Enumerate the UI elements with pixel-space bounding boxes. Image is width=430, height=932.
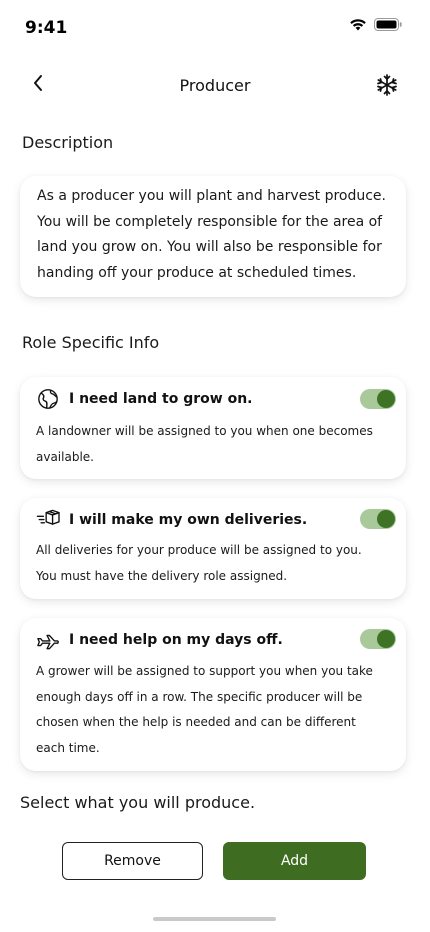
- wifi-icon: [349, 18, 367, 31]
- description-text: As a producer you will plant and harvest…: [37, 188, 386, 281]
- days-off-toggle[interactable]: [360, 629, 396, 649]
- nav-bar: Producer: [0, 66, 430, 108]
- remove-button[interactable]: Remove: [62, 842, 203, 880]
- status-icons: [349, 18, 402, 31]
- role-description: A landowner will be assigned to you when…: [36, 424, 373, 464]
- role-title: I need help on my days off.: [69, 632, 283, 648]
- role-title: I need land to grow on.: [69, 391, 253, 407]
- toggle-knob: [377, 390, 395, 408]
- role-description: A grower will be assigned to support you…: [36, 664, 373, 755]
- produce-heading: Select what you will produce.: [20, 793, 256, 812]
- home-indicator: [153, 917, 276, 921]
- toggle-knob: [377, 510, 395, 528]
- role-description: All deliveries for your produce will be …: [36, 543, 362, 583]
- status-time: 9:41: [25, 18, 68, 38]
- battery-icon: [374, 18, 402, 31]
- add-button[interactable]: Add: [223, 842, 366, 880]
- status-bar: 9:41: [0, 0, 430, 56]
- role-card-land: I need land to grow on. A landowner will…: [20, 377, 406, 479]
- plane-icon: [36, 628, 60, 652]
- role-card-days-off: I need help on my days off. A grower wil…: [20, 618, 406, 771]
- role-card-deliveries: I will make my own deliveries. All deliv…: [20, 498, 406, 599]
- role-header: I need land to grow on.: [36, 387, 252, 411]
- role-title: I will make my own deliveries.: [69, 512, 308, 528]
- deliveries-toggle[interactable]: [360, 509, 396, 529]
- description-card: As a producer you will plant and harvest…: [20, 176, 406, 297]
- role-header: I will make my own deliveries.: [36, 508, 307, 532]
- toggle-knob: [377, 630, 395, 648]
- page-title: Producer: [179, 76, 251, 95]
- snowflake-icon: [375, 73, 399, 101]
- land-toggle[interactable]: [360, 389, 396, 409]
- package-icon: [36, 508, 60, 532]
- description-heading: Description: [22, 133, 114, 152]
- globe-icon: [36, 387, 60, 411]
- snowflake-button[interactable]: [374, 74, 400, 100]
- role-header: I need help on my days off.: [36, 628, 283, 652]
- role-info-heading: Role Specific Info: [22, 333, 160, 352]
